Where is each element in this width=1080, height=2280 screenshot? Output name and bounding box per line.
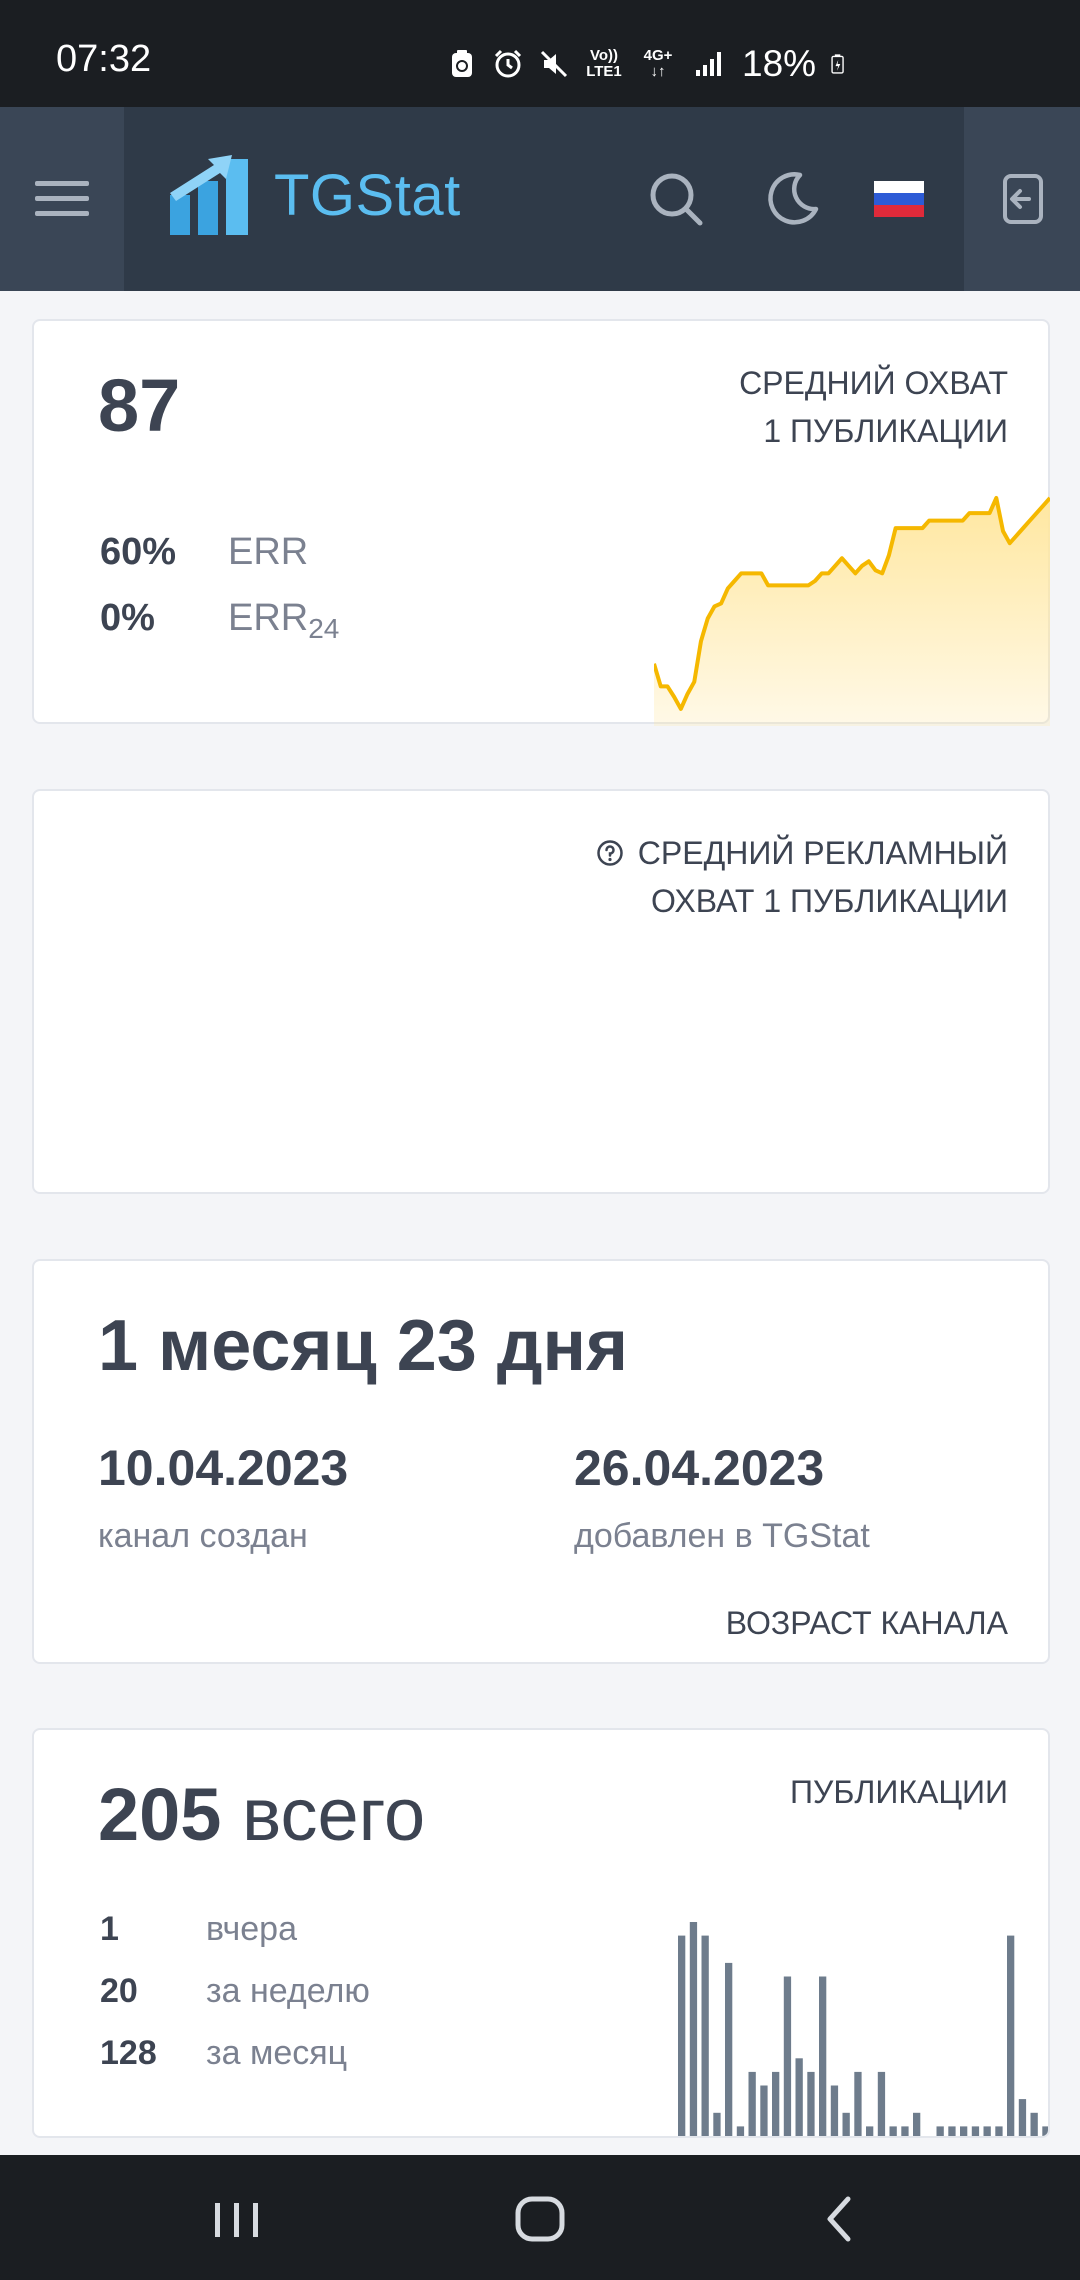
average-reach-card: 87 СРЕДНИЙ ОХВАТ 1 ПУБЛИКАЦИИ 60% ERR 0%… <box>32 319 1050 726</box>
publications-month-row: 128 за месяц <box>100 2034 347 2073</box>
channel-age-card: 1 месяц 23 дня 10.04.2023 канал создан 2… <box>32 1259 1050 1664</box>
publications-month-value: 128 <box>100 2034 157 2072</box>
app-header: TGStat <box>0 107 1080 291</box>
publications-total: 205 всего <box>98 1772 425 1857</box>
publications-bar <box>830 2085 839 2136</box>
status-time: 07:32 <box>56 38 152 80</box>
mute-icon <box>540 50 568 78</box>
publications-total-number: 205 <box>98 1773 222 1856</box>
search-icon[interactable] <box>646 169 706 229</box>
russia-flag-icon[interactable] <box>874 181 924 217</box>
publications-month-label: за месяц <box>206 2034 348 2072</box>
publications-bar-chart <box>678 1922 1048 2136</box>
sign-in-icon <box>1003 174 1043 224</box>
publications-bar <box>948 2126 956 2136</box>
publications-bar <box>678 1935 686 2136</box>
publications-bar <box>807 2071 815 2136</box>
publications-bar <box>701 1935 709 2136</box>
publications-bar <box>748 2071 756 2136</box>
publications-bar <box>971 2126 980 2136</box>
publications-bar <box>1018 2099 1027 2136</box>
alarm-icon <box>494 49 522 78</box>
publications-bar <box>713 2112 721 2136</box>
recent-apps-icon[interactable] <box>205 2187 269 2251</box>
added-label: добавлен в TGStat <box>574 1517 870 1555</box>
added-date: 26.04.2023 <box>574 1440 825 1496</box>
err-label: ERR <box>228 531 309 573</box>
channel-age-caption: ВОЗРАСТ КАНАЛА <box>725 1605 1008 1641</box>
home-icon[interactable] <box>508 2187 572 2251</box>
err24-label: ERR24 <box>228 597 340 644</box>
publications-total-word: всего <box>242 1773 426 1856</box>
publications-bar <box>901 2126 909 2136</box>
publications-bar <box>866 2126 874 2136</box>
publications-yesterday-label: вчера <box>206 1910 297 1948</box>
created-date: 10.04.2023 <box>98 1440 349 1496</box>
average-reach-caption: СРЕДНИЙ ОХВАТ 1 ПУБЛИКАЦИИ <box>739 365 1008 449</box>
err-row: 60% ERR <box>100 531 308 574</box>
publications-week-value: 20 <box>100 1972 138 2010</box>
recycle-icon <box>452 50 472 77</box>
publications-bar <box>995 2126 1003 2136</box>
battery-percent: 18% <box>742 43 817 84</box>
signal-icon <box>696 52 721 76</box>
average-reach-value: 87 <box>98 364 181 447</box>
publications-bar <box>936 2126 944 2136</box>
publications-bar <box>983 2126 991 2136</box>
menu-icon <box>35 181 89 216</box>
created-label: канал создан <box>98 1517 308 1555</box>
publications-bar <box>842 2112 850 2136</box>
publications-bar <box>1030 2112 1038 2136</box>
network-type: 4G+ ↓↑ <box>643 47 673 80</box>
menu-button[interactable] <box>0 107 124 291</box>
publications-bar <box>877 2071 886 2136</box>
publications-bar <box>960 2126 968 2136</box>
reach-sparkline-chart <box>654 496 1050 726</box>
battery-icon <box>831 54 844 74</box>
publications-bar <box>760 2085 768 2136</box>
publications-bar <box>854 2071 862 2136</box>
publications-bar <box>772 2071 780 2136</box>
status-icons: Vo)) LTE1 4G+ ↓↑ 18% <box>446 40 852 88</box>
back-icon[interactable] <box>808 2187 872 2251</box>
publications-bar <box>795 2058 803 2136</box>
err24-value: 0% <box>100 597 155 639</box>
publications-bar <box>819 1976 827 2136</box>
average-ad-reach-caption: СРЕДНИЙ РЕКЛАМНЫЙ ОХВАТ 1 ПУБЛИКАЦИИ <box>596 829 1008 925</box>
network-label: Vo)) LTE1 <box>586 47 622 80</box>
err24-row: 0% ERR24 <box>100 597 339 645</box>
channel-age-value: 1 месяц 23 дня <box>98 1306 629 1386</box>
err-value: 60% <box>100 531 177 573</box>
publications-bar <box>783 1976 792 2136</box>
publications-bar <box>1007 1935 1015 2136</box>
sign-in-button[interactable] <box>964 107 1080 291</box>
publications-bar <box>736 2126 745 2136</box>
publications-bar <box>1042 2126 1048 2136</box>
logo[interactable]: TGStat <box>168 155 461 235</box>
publications-card: 205 всего ПУБЛИКАЦИИ 1 вчера 20 за недел… <box>32 1728 1050 2138</box>
publications-bar <box>725 1962 733 2136</box>
navigation-bar <box>0 2155 1080 2280</box>
tgstat-logo-icon <box>170 155 248 235</box>
publications-week-row: 20 за неделю <box>100 1972 370 2011</box>
help-circle-icon[interactable] <box>596 839 624 867</box>
average-ad-reach-card: СРЕДНИЙ РЕКЛАМНЫЙ ОХВАТ 1 ПУБЛИКАЦИИ <box>32 789 1050 1194</box>
status-bar: 07:32 Vo)) LTE1 4G+ ↓↑ 18% <box>0 0 1080 107</box>
publications-caption: ПУБЛИКАЦИИ <box>790 1774 1008 1810</box>
publications-bar <box>913 2112 921 2136</box>
publications-yesterday-value: 1 <box>100 1910 119 1948</box>
publications-bar <box>889 2126 897 2136</box>
publications-week-label: за неделю <box>206 1972 370 2010</box>
publications-yesterday-row: 1 вчера <box>100 1910 297 1949</box>
logo-text: TGStat <box>274 162 461 228</box>
publications-bar <box>689 1922 698 2136</box>
moon-icon[interactable] <box>762 169 822 229</box>
